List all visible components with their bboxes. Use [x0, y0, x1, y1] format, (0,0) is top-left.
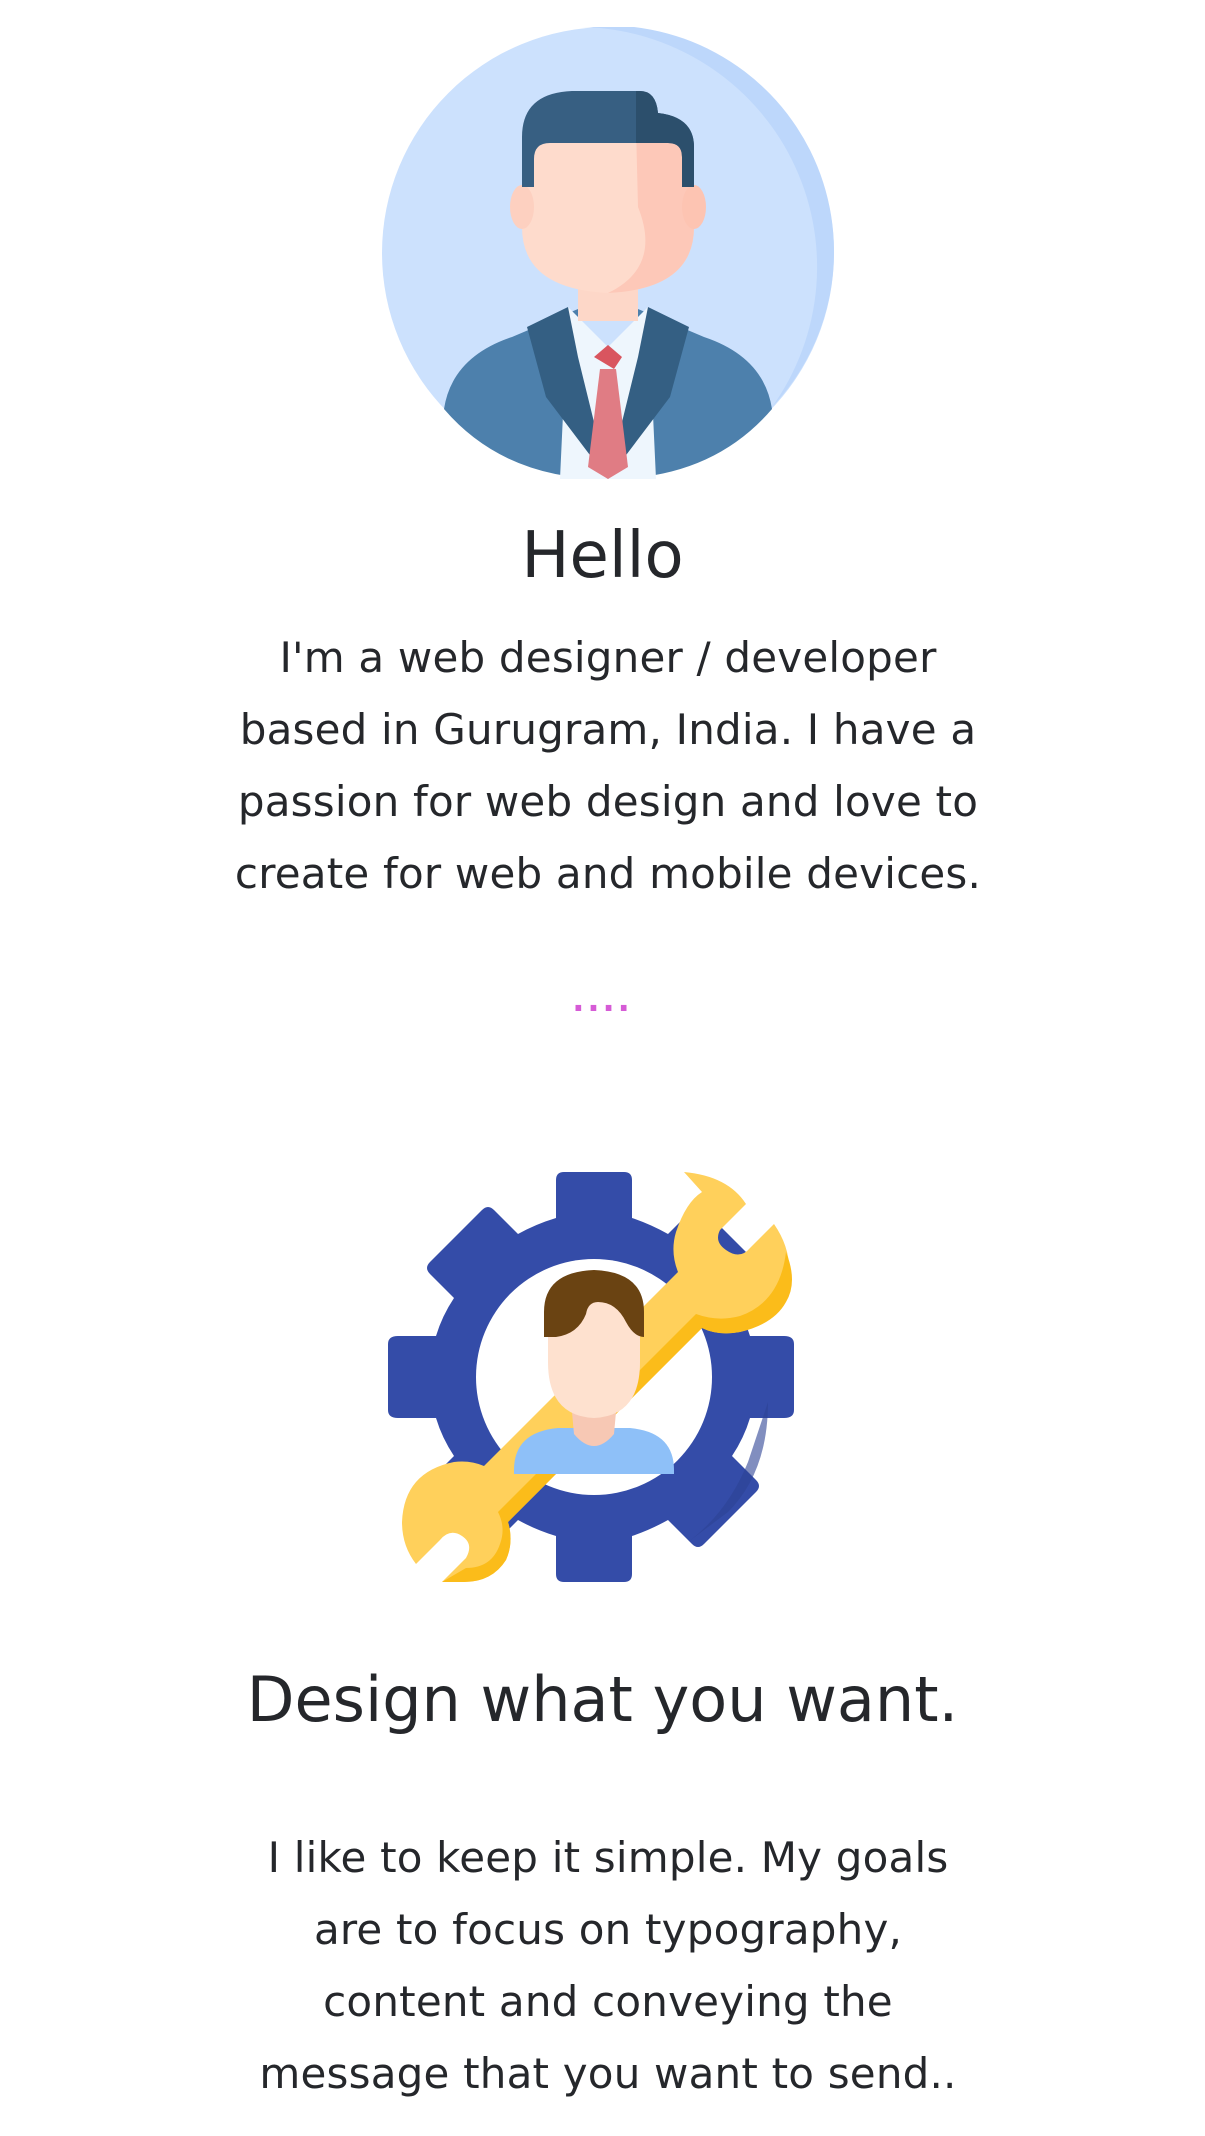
- avatar: [382, 27, 834, 479]
- design-illustration: [388, 1172, 798, 1582]
- design-heading: Design what you want.: [246, 1663, 959, 1736]
- hello-heading: Hello: [521, 519, 684, 593]
- businessman-avatar-icon: [382, 27, 834, 479]
- section-divider: ....: [572, 981, 633, 1019]
- gear-wrench-person-icon: [388, 1172, 794, 1582]
- bio-paragraph: I'm a web designer / developer based in …: [234, 633, 982, 898]
- design-paragraph: I like to keep it simple. My goals are t…: [259, 1833, 957, 2098]
